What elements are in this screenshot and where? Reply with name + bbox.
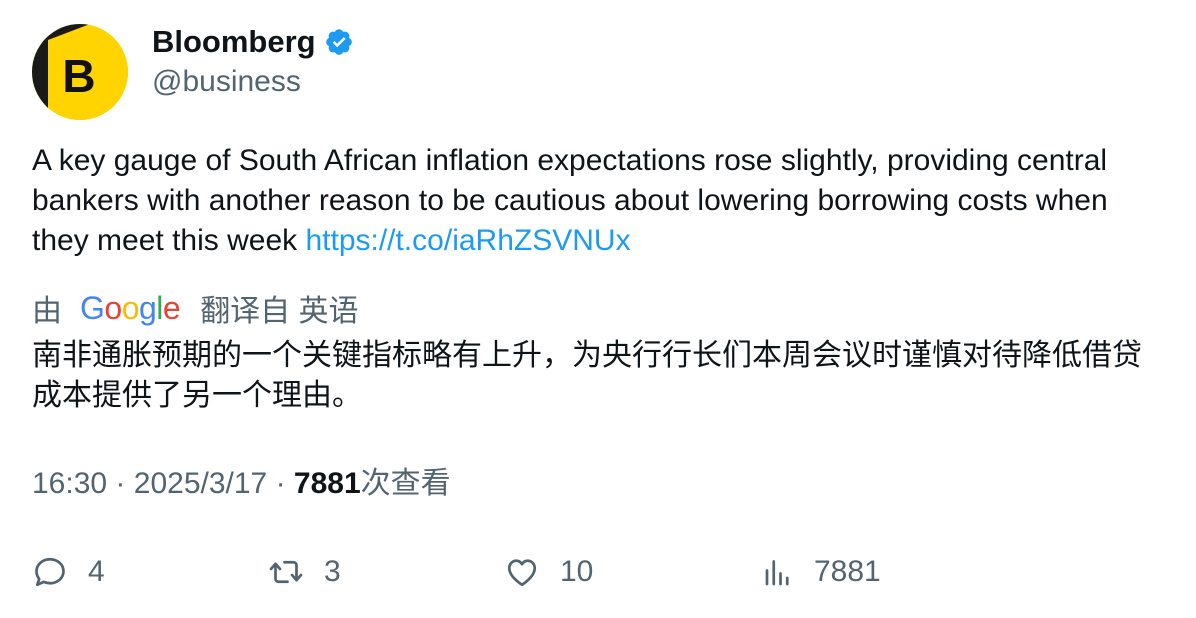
author-avatar[interactable]: B <box>32 24 128 120</box>
retweet-count: 3 <box>324 555 341 588</box>
retweet-button[interactable]: 3 <box>268 552 341 592</box>
meta-separator: · <box>115 467 126 500</box>
avatar-letter: B <box>62 50 95 102</box>
tweet-time[interactable]: 16:30 <box>32 467 107 500</box>
translated-text: 南非通胀预期的一个关键指标略有上升，为央行行长们本周会议时谨慎对待降低借贷成本提… <box>32 339 1142 412</box>
translation-prefix: 由 <box>32 295 62 328</box>
retweet-icon <box>269 560 303 584</box>
tweet-link[interactable]: https://t.co/iaRhZSVNUx <box>305 224 630 257</box>
tweet-text: A key gauge of South African inflation e… <box>32 141 1164 261</box>
author-name-row[interactable]: Bloomberg <box>152 22 354 62</box>
tweet-date[interactable]: 2025/3/17 <box>134 467 267 500</box>
meta-separator: · <box>275 467 286 500</box>
reply-icon <box>35 557 65 587</box>
like-count: 10 <box>560 555 594 588</box>
views-button[interactable]: 7881 <box>758 552 881 592</box>
verified-badge-icon <box>325 29 352 55</box>
author-display-name[interactable]: Bloomberg <box>152 22 316 62</box>
views-action-count: 7881 <box>814 555 881 588</box>
google-logo: Google <box>80 290 181 326</box>
author-handle[interactable]: @business <box>152 62 301 102</box>
translation-suffix: 翻译自 英语 <box>200 295 359 328</box>
heart-icon <box>507 559 537 587</box>
like-button[interactable]: 10 <box>504 552 593 592</box>
views-count: 7881 <box>293 467 361 500</box>
bloomberg-logo: B <box>32 24 128 120</box>
translation-attribution[interactable]: 由 Google 翻译自 英语 <box>32 288 359 328</box>
reply-button[interactable]: 4 <box>32 552 105 592</box>
analytics-icon <box>765 560 789 586</box>
reply-count: 4 <box>88 555 105 588</box>
tweet-meta: 16:30 · 2025/3/17 · 7881次查看 <box>32 464 451 504</box>
views-label: 次查看 <box>360 467 451 500</box>
